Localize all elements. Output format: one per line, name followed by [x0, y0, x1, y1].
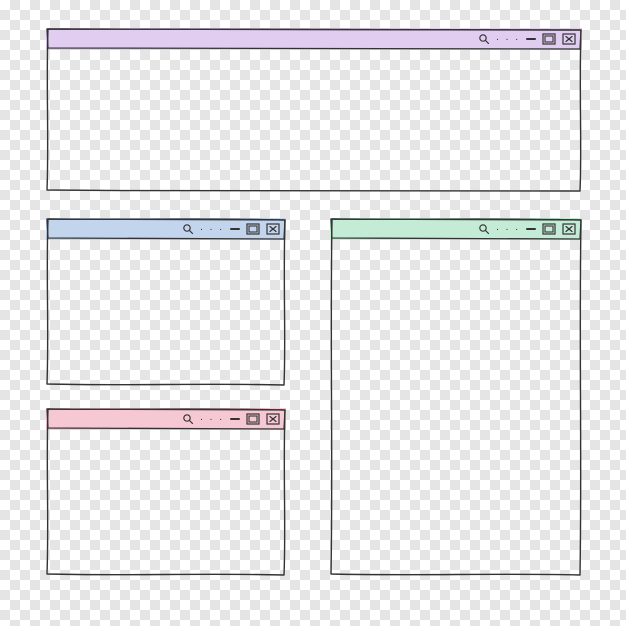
titlebar-purple[interactable]: . . . [46, 28, 582, 50]
window-body [46, 50, 582, 192]
titlebar-blue[interactable]: . . . [46, 218, 286, 240]
window-body [46, 430, 286, 576]
titlebar-pink[interactable]: . . . [46, 408, 286, 430]
close-icon[interactable] [266, 413, 280, 425]
search-icon[interactable] [182, 413, 194, 425]
close-icon[interactable] [266, 223, 280, 235]
maximize-icon[interactable] [542, 33, 556, 45]
minimize-icon[interactable] [526, 228, 536, 230]
window-body [330, 240, 582, 576]
menu-dots-icon[interactable]: . . . [496, 33, 520, 45]
minimize-icon[interactable] [230, 228, 240, 230]
close-icon[interactable] [562, 223, 576, 235]
window-purple: . . . [46, 28, 582, 192]
maximize-icon[interactable] [542, 223, 556, 235]
window-controls: . . . [478, 223, 576, 235]
window-body [46, 240, 286, 386]
window-controls: . . . [182, 413, 280, 425]
window-controls: . . . [478, 33, 576, 45]
minimize-icon[interactable] [230, 418, 240, 420]
minimize-icon[interactable] [526, 38, 536, 40]
window-pink: . . . [46, 408, 286, 576]
maximize-icon[interactable] [246, 223, 260, 235]
menu-dots-icon[interactable]: . . . [496, 223, 520, 235]
close-icon[interactable] [562, 33, 576, 45]
maximize-icon[interactable] [246, 413, 260, 425]
menu-dots-icon[interactable]: . . . [200, 413, 224, 425]
search-icon[interactable] [478, 33, 490, 45]
search-icon[interactable] [182, 223, 194, 235]
titlebar-green[interactable]: . . . [330, 218, 582, 240]
window-blue: . . . [46, 218, 286, 386]
search-icon[interactable] [478, 223, 490, 235]
window-controls: . . . [182, 223, 280, 235]
window-green: . . . [330, 218, 582, 576]
menu-dots-icon[interactable]: . . . [200, 223, 224, 235]
